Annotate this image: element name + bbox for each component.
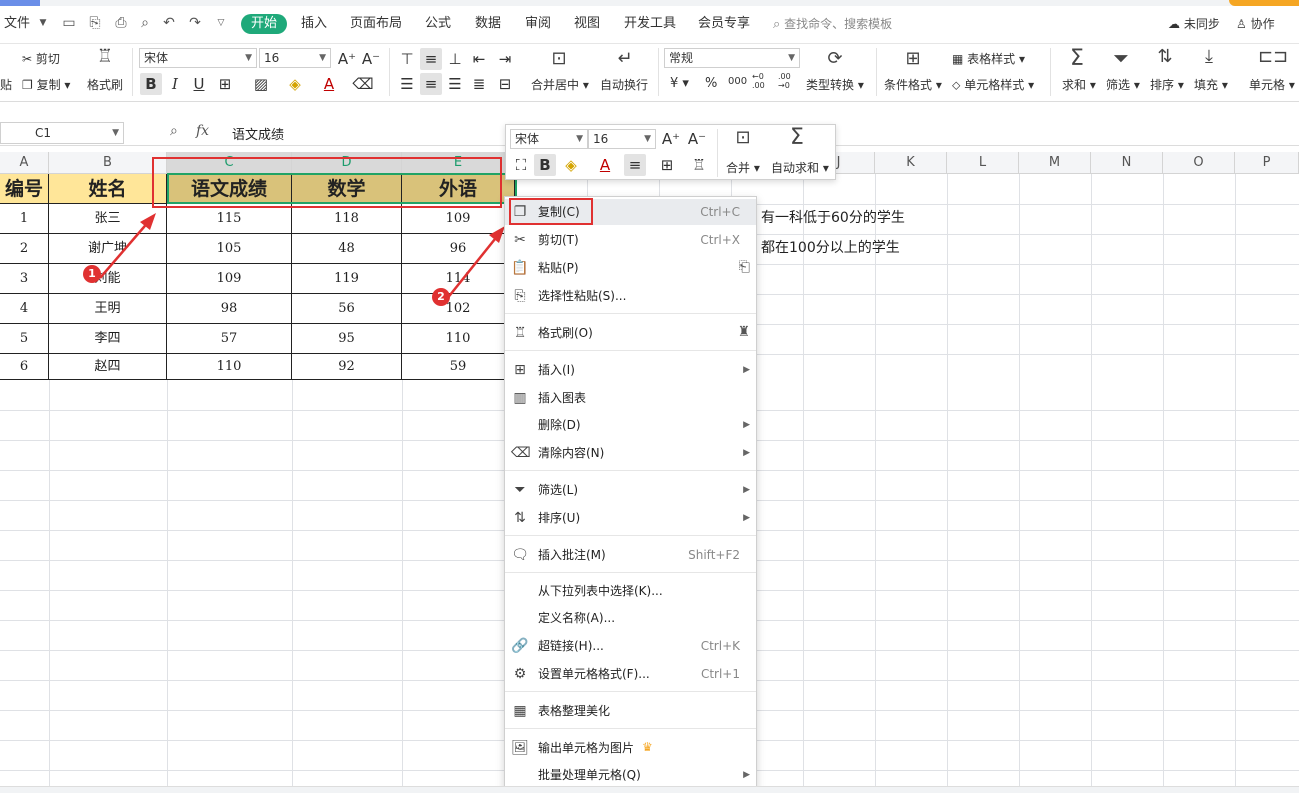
mini-toolbar: 宋体 ▼ 16 ▼ A⁺ A⁻ ⛶ B ◈ A ≡ ⊞ ♖ ⊡ 合并 ▾ Σ 自动求…	[505, 124, 836, 180]
menu-item-paste-special[interactable]: ⎘ 选择性粘贴(S)...	[505, 283, 756, 309]
annotation-box	[509, 198, 593, 225]
menu-item-hyperlink[interactable]: 🔗 超链接(H)... Ctrl+K	[505, 633, 756, 659]
menu-item-delete[interactable]: 删除(D) ▶	[505, 412, 756, 438]
font-grow-icon[interactable]: A⁺	[660, 128, 682, 150]
sheet-tabs-bar[interactable]	[0, 786, 1299, 793]
image-icon: 🖼	[511, 740, 529, 756]
format-painter-icon: ♖	[513, 325, 527, 341]
font-color-icon[interactable]: A	[594, 154, 616, 176]
menu-item-insert[interactable]: ⊞ 插入(I) ▶	[505, 357, 756, 383]
font-shrink-icon[interactable]: A⁻	[686, 128, 708, 150]
border-icon[interactable]: ⊞	[656, 154, 678, 176]
merge-icon: ⊡	[735, 127, 751, 148]
scissors-icon: ✂	[514, 232, 526, 248]
menu-item-dropdown-select[interactable]: 从下拉列表中选择(K)...	[505, 578, 756, 604]
step-badge: 1	[83, 265, 101, 283]
menu-item-insert-comment[interactable]: 🗨 插入批注(M) Shift+F2	[505, 542, 756, 568]
step-badge: 2	[432, 288, 450, 306]
mini-merge-button[interactable]: 合并 ▾	[726, 159, 760, 176]
spreadsheet-window: 文件 ▼ ▭ ⎘ ⎙ ⌕ ↶ ↷ ▽ 开始 插入 页面布局 公式 数据 审阅 视…	[0, 0, 1299, 793]
menu-item-format-cells[interactable]: ⚙ 设置单元格格式(F)... Ctrl+1	[505, 661, 756, 687]
paste-icon: 📋	[511, 260, 529, 276]
paste-special-icon: ⎘	[514, 288, 526, 304]
menu-item-format-painter[interactable]: ♖ 格式刷(O) ♜	[505, 320, 756, 346]
chevron-right-icon: ▶	[743, 448, 750, 458]
beautify-icon: ▦	[513, 703, 527, 719]
context-menu: ❐ 复制(C) Ctrl+C ✂ 剪切(T) Ctrl+X 📋 粘贴(P) ⎗ …	[504, 196, 757, 793]
menu-item-filter[interactable]: ⏷ 筛选(L) ▶	[505, 477, 756, 503]
chevron-right-icon: ▶	[743, 513, 750, 523]
align-center-icon[interactable]: ≡	[624, 154, 646, 176]
mini-autosum-button[interactable]: 自动求和 ▾	[771, 159, 829, 176]
menu-item-cut[interactable]: ✂ 剪切(T) Ctrl+X	[505, 227, 756, 253]
fill-color-icon[interactable]: ◈	[560, 154, 582, 176]
menu-item-insert-chart[interactable]: ▥ 插入图表	[505, 385, 756, 411]
select-icon[interactable]: ⛶	[510, 154, 532, 176]
paste-text-icon: ⎗	[738, 259, 750, 275]
link-icon: 🔗	[511, 638, 529, 654]
sort-icon: ⇅	[514, 510, 526, 526]
format-painter-icon: ♜	[737, 324, 750, 340]
chevron-right-icon: ▶	[743, 770, 750, 780]
eraser-icon: ⌫	[511, 445, 531, 461]
format-painter-icon[interactable]: ♖	[688, 154, 710, 176]
menu-item-export-image[interactable]: 🖼 输出单元格为图片 ♛	[505, 735, 756, 761]
chevron-right-icon: ▶	[743, 485, 750, 495]
mini-font-size[interactable]: 16 ▼	[588, 129, 656, 149]
menu-item-beautify[interactable]: ▦ 表格整理美化	[505, 698, 756, 724]
menu-item-sort[interactable]: ⇅ 排序(U) ▶	[505, 505, 756, 531]
sum-icon: Σ	[790, 125, 804, 150]
bold-icon[interactable]: B	[534, 154, 556, 176]
chevron-right-icon: ▶	[743, 365, 750, 375]
menu-item-paste[interactable]: 📋 粘贴(P) ⎗	[505, 255, 756, 281]
chevron-right-icon: ▶	[743, 420, 750, 430]
filter-icon: ⏷	[514, 482, 526, 498]
insert-icon: ⊞	[514, 362, 526, 378]
menu-item-batch[interactable]: 批量处理单元格(Q) ▶	[505, 762, 756, 788]
crown-icon: ♛	[642, 740, 653, 754]
mini-font-name[interactable]: 宋体 ▼	[510, 129, 588, 149]
chart-icon: ▥	[513, 390, 527, 406]
comment-icon: 🗨	[511, 547, 529, 563]
format-cells-icon: ⚙	[513, 666, 527, 682]
menu-item-clear[interactable]: ⌫ 清除内容(N) ▶	[505, 440, 756, 466]
menu-item-define-name[interactable]: 定义名称(A)...	[505, 605, 756, 631]
